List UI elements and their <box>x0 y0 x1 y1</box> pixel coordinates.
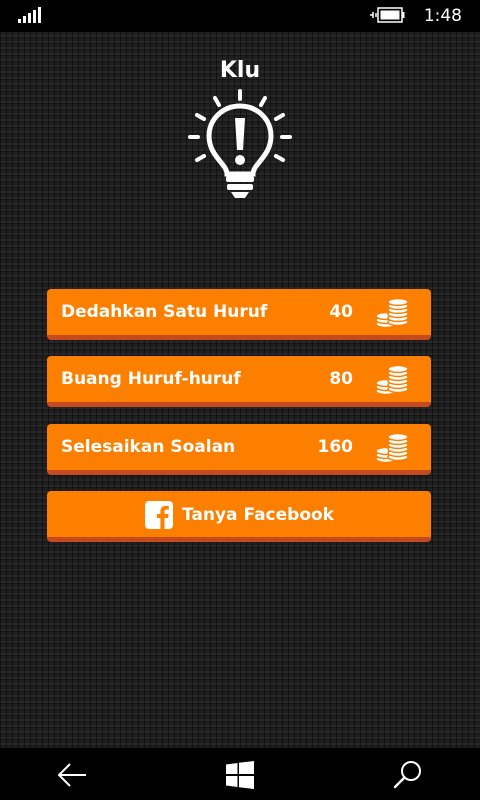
remove-letters-cost: 80 <box>329 369 353 389</box>
status-bar: 1:48 <box>0 0 480 32</box>
navigation-bar <box>0 748 480 800</box>
reveal-letter-button[interactable]: Dedahkan Satu Huruf 40 <box>47 289 431 340</box>
hint-screen: 1:48 Klu Dedahkan Satu Huruf 40 Buang Hu… <box>0 0 480 800</box>
coins-icon <box>375 297 409 329</box>
ask-facebook-content: Tanya Facebook <box>47 500 431 530</box>
ask-facebook-label: Tanya Facebook <box>182 505 334 525</box>
windows-logo-icon[interactable] <box>224 759 256 791</box>
ask-facebook-button[interactable]: Tanya Facebook <box>47 491 431 542</box>
search-icon[interactable] <box>392 759 424 791</box>
remove-letters-label: Buang Huruf-huruf <box>61 369 241 389</box>
facebook-icon <box>145 501 173 529</box>
coins-icon <box>375 364 409 396</box>
battery-charging-icon <box>370 7 405 23</box>
clock: 1:48 <box>423 6 462 26</box>
solve-question-label: Selesaikan Soalan <box>61 437 236 457</box>
lightbulb-exclamation-icon <box>188 89 292 198</box>
back-arrow-icon[interactable] <box>56 759 88 791</box>
solve-question-button[interactable]: Selesaikan Soalan 160 <box>47 424 431 475</box>
reveal-letter-label: Dedahkan Satu Huruf <box>61 302 268 322</box>
solve-question-cost: 160 <box>317 437 354 457</box>
page-title: Klu <box>219 58 261 83</box>
reveal-letter-cost: 40 <box>329 302 353 322</box>
remove-letters-button[interactable]: Buang Huruf-huruf 80 <box>47 356 431 407</box>
signal-strength-icon <box>18 7 42 23</box>
coins-icon <box>375 432 409 464</box>
